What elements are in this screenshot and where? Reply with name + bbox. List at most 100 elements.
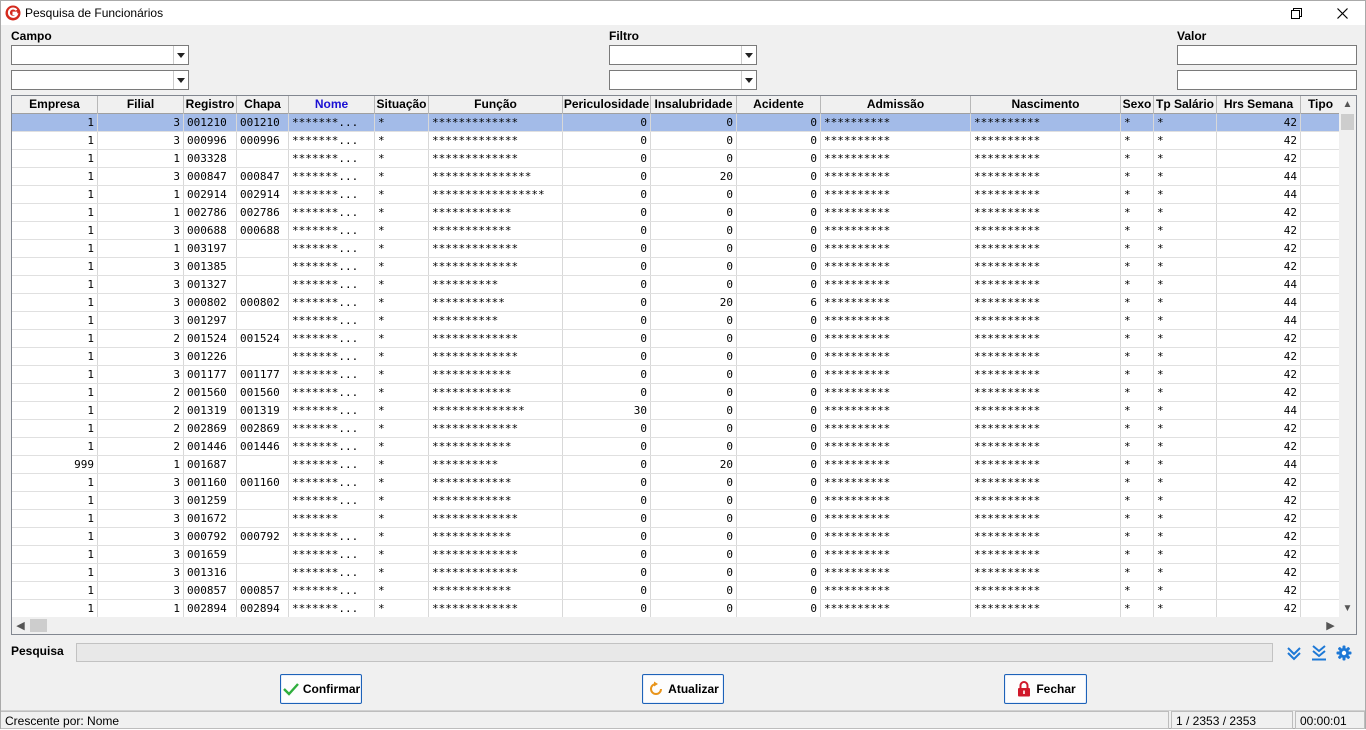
cell-periculosidade[interactable]: 0 xyxy=(563,492,651,509)
cell-periculosidade[interactable]: 0 xyxy=(563,582,651,599)
cell-registro[interactable]: 001160 xyxy=(184,474,237,491)
cell-tp-salario[interactable]: * xyxy=(1154,276,1217,293)
cell-admissao[interactable]: ********** xyxy=(821,294,971,311)
cell-situacao[interactable]: * xyxy=(375,384,429,401)
cell-acidente[interactable]: 0 xyxy=(737,402,821,419)
chevron-down-icon[interactable] xyxy=(173,71,188,89)
cell-empresa[interactable]: 1 xyxy=(12,276,98,293)
cell-nascimento[interactable]: ********** xyxy=(971,204,1121,221)
cell-sexo[interactable]: * xyxy=(1121,348,1154,365)
cell-chapa[interactable]: 002914 xyxy=(237,186,289,203)
cell-nome[interactable]: *******... xyxy=(289,240,375,257)
cell-chapa[interactable] xyxy=(237,258,289,275)
cell-periculosidade[interactable]: 0 xyxy=(563,456,651,473)
cell-situacao[interactable]: * xyxy=(375,132,429,149)
table-row[interactable]: 1 3 000996 000996 *******... * ************* 0 0… xyxy=(12,132,1339,150)
cell-nome[interactable]: *******... xyxy=(289,330,375,347)
refresh-button[interactable]: Atualizar xyxy=(642,674,724,704)
table-row[interactable]: 1 3 000802 000802 *******... * *********** 0 20 6… xyxy=(12,294,1339,312)
cell-tipo[interactable] xyxy=(1301,240,1339,257)
cell-chapa[interactable] xyxy=(237,348,289,365)
table-row[interactable]: 1 3 000688 000688 *******... * ************ 0 0 0… xyxy=(12,222,1339,240)
table-row[interactable]: 1 1 003328 *******... * ************* 0 0 0 *****… xyxy=(12,150,1339,168)
column-header-nome[interactable]: Nome xyxy=(289,96,375,114)
cell-nome[interactable]: *******... xyxy=(289,474,375,491)
table-row[interactable]: 1 1 002914 002914 *******... * ***************… xyxy=(12,186,1339,204)
cell-tipo[interactable] xyxy=(1301,330,1339,347)
cell-registro[interactable]: 001446 xyxy=(184,438,237,455)
cell-admissao[interactable]: ********** xyxy=(821,240,971,257)
cell-tipo[interactable] xyxy=(1301,582,1339,599)
cell-empresa[interactable]: 1 xyxy=(12,582,98,599)
cell-situacao[interactable]: * xyxy=(375,528,429,545)
cell-tipo[interactable] xyxy=(1301,258,1339,275)
cell-tp-salario[interactable]: * xyxy=(1154,528,1217,545)
cell-tp-salario[interactable]: * xyxy=(1154,474,1217,491)
cell-funcao[interactable]: ************* xyxy=(429,114,563,131)
table-row[interactable]: 1 2 002869 002869 *******... * ************* 0 0… xyxy=(12,420,1339,438)
cell-nascimento[interactable]: ********** xyxy=(971,582,1121,599)
cell-filial[interactable]: 3 xyxy=(98,564,184,581)
cell-nome[interactable]: *******... xyxy=(289,132,375,149)
cell-insalubridade[interactable]: 0 xyxy=(651,114,737,131)
cell-tipo[interactable] xyxy=(1301,402,1339,419)
cell-situacao[interactable]: * xyxy=(375,600,429,617)
cell-sexo[interactable]: * xyxy=(1121,402,1154,419)
cell-empresa[interactable]: 1 xyxy=(12,258,98,275)
cell-funcao[interactable]: ************* xyxy=(429,132,563,149)
cell-insalubridade[interactable]: 0 xyxy=(651,402,737,419)
scroll-down-icon[interactable]: ▼ xyxy=(1339,600,1356,617)
cell-empresa[interactable]: 1 xyxy=(12,204,98,221)
cell-nascimento[interactable]: ********** xyxy=(971,474,1121,491)
cell-insalubridade[interactable]: 0 xyxy=(651,366,737,383)
cell-registro[interactable]: 001259 xyxy=(184,492,237,509)
campo-select-2[interactable] xyxy=(11,70,189,90)
table-row[interactable]: 1 3 001226 *******... * ************* 0 0 0 *****… xyxy=(12,348,1339,366)
cell-empresa[interactable]: 1 xyxy=(12,510,98,527)
cell-chapa[interactable]: 000857 xyxy=(237,582,289,599)
cell-nascimento[interactable]: ********** xyxy=(971,276,1121,293)
column-header-registro[interactable]: Registro xyxy=(184,96,237,114)
cell-tp-salario[interactable]: * xyxy=(1154,186,1217,203)
cell-empresa[interactable]: 1 xyxy=(12,168,98,185)
cell-nascimento[interactable]: ********** xyxy=(971,258,1121,275)
cell-empresa[interactable]: 1 xyxy=(12,564,98,581)
cell-situacao[interactable]: * xyxy=(375,420,429,437)
cell-nascimento[interactable]: ********** xyxy=(971,366,1121,383)
cell-tp-salario[interactable]: * xyxy=(1154,330,1217,347)
cell-sexo[interactable]: * xyxy=(1121,204,1154,221)
cell-admissao[interactable]: ********** xyxy=(821,600,971,617)
cell-situacao[interactable]: * xyxy=(375,222,429,239)
cell-situacao[interactable]: * xyxy=(375,294,429,311)
cell-tp-salario[interactable]: * xyxy=(1154,204,1217,221)
cell-acidente[interactable]: 0 xyxy=(737,114,821,131)
cell-funcao[interactable]: ********** xyxy=(429,276,563,293)
cell-insalubridade[interactable]: 0 xyxy=(651,510,737,527)
cell-tp-salario[interactable]: * xyxy=(1154,366,1217,383)
cell-acidente[interactable]: 0 xyxy=(737,132,821,149)
cell-registro[interactable]: 000847 xyxy=(184,168,237,185)
cell-insalubridade[interactable]: 0 xyxy=(651,240,737,257)
cell-tipo[interactable] xyxy=(1301,366,1339,383)
cell-hrs-semana[interactable]: 42 xyxy=(1217,510,1301,527)
cell-nascimento[interactable]: ********** xyxy=(971,312,1121,329)
cell-situacao[interactable]: * xyxy=(375,150,429,167)
cell-tipo[interactable] xyxy=(1301,528,1339,545)
table-row[interactable]: 1 3 001177 001177 *******... * ************ 0 0 0… xyxy=(12,366,1339,384)
cell-periculosidade[interactable]: 0 xyxy=(563,510,651,527)
cell-nome[interactable]: *******... xyxy=(289,564,375,581)
cell-acidente[interactable]: 0 xyxy=(737,150,821,167)
cell-admissao[interactable]: ********** xyxy=(821,330,971,347)
cell-acidente[interactable]: 0 xyxy=(737,366,821,383)
cell-periculosidade[interactable]: 0 xyxy=(563,114,651,131)
cell-nascimento[interactable]: ********** xyxy=(971,294,1121,311)
cell-hrs-semana[interactable]: 42 xyxy=(1217,348,1301,365)
cell-nome[interactable]: *******... xyxy=(289,276,375,293)
cell-registro[interactable]: 001524 xyxy=(184,330,237,347)
cell-tipo[interactable] xyxy=(1301,510,1339,527)
cell-situacao[interactable]: * xyxy=(375,312,429,329)
cell-filial[interactable]: 2 xyxy=(98,384,184,401)
cell-tipo[interactable] xyxy=(1301,294,1339,311)
cell-funcao[interactable]: ************* xyxy=(429,330,563,347)
cell-tipo[interactable] xyxy=(1301,384,1339,401)
